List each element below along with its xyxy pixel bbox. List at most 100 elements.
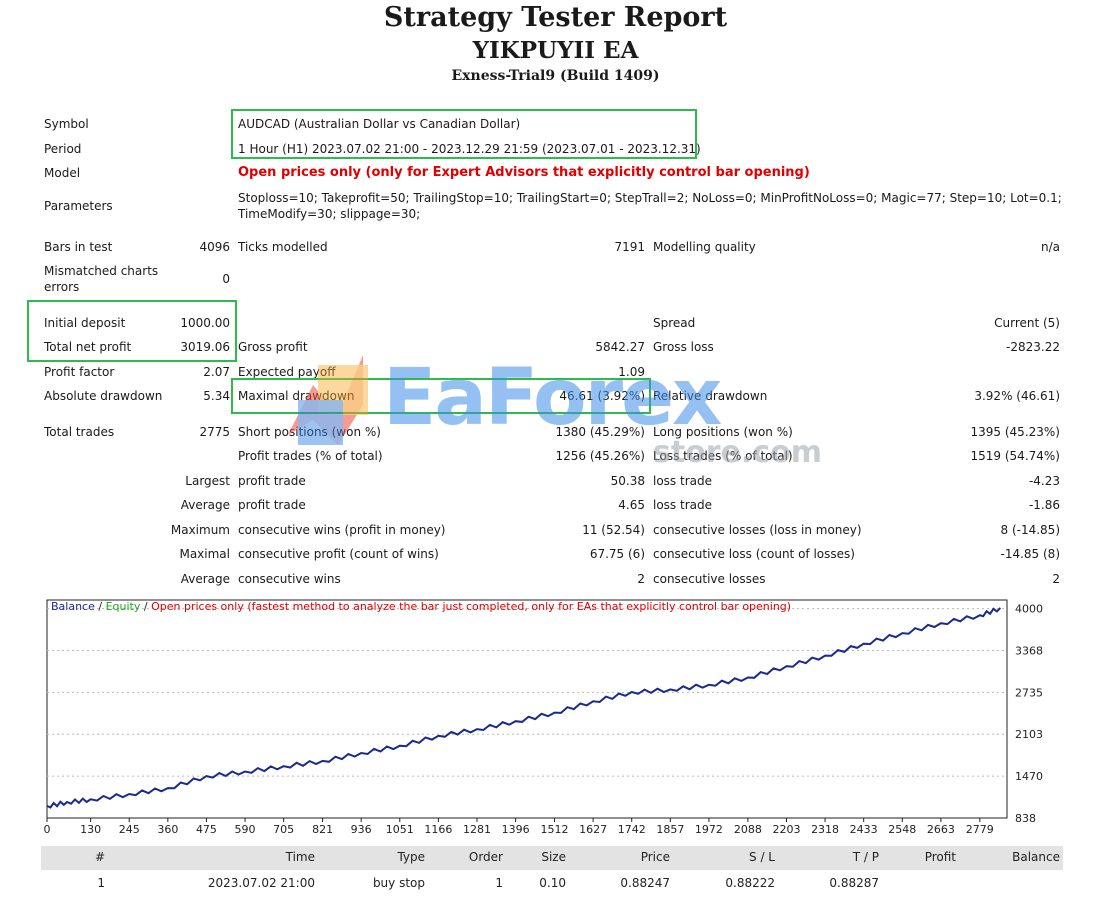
x-tick-label: 1972 (695, 823, 723, 836)
x-tick-label: 2663 (927, 823, 955, 836)
profit-trades-value: 1256 (45.26%) (555, 449, 645, 463)
cell-sl: 0.88222 (725, 876, 775, 890)
x-tick-label: 1281 (463, 823, 491, 836)
y-tick-label: 3368 (1015, 644, 1043, 657)
y-tick-label: 838 (1015, 812, 1036, 825)
x-tick-label: 2548 (888, 823, 916, 836)
average-profit-label: profit trade (238, 498, 306, 512)
col-header-profit: Profit (924, 850, 956, 864)
deposit-profit-highlight (27, 300, 237, 362)
maximal-consec-loss-value: -14.85 (8) (1000, 547, 1061, 561)
average-loss-value: -1.86 (1028, 498, 1060, 512)
x-tick-label: 2088 (734, 823, 762, 836)
gross-profit-value: 5842.27 (595, 340, 645, 354)
loss-trades-label: Loss trades (% of total) (653, 449, 793, 463)
y-tick-label: 2103 (1015, 728, 1043, 741)
server-build: Exness-Trial9 (Build 1409) (451, 68, 660, 84)
y-tick-label: 1470 (1015, 770, 1043, 783)
maximal-consec-profit-label: consecutive profit (count of wins) (238, 547, 439, 561)
x-tick-label: 590 (235, 823, 256, 836)
gross-profit-label: Gross profit (238, 340, 308, 354)
max-consec-wins-value: 11 (52.54) (582, 523, 645, 537)
average-label: Average (180, 498, 230, 512)
x-tick-label: 2433 (850, 823, 878, 836)
x-tick-label: 245 (119, 823, 140, 836)
x-tick-label: 0 (44, 823, 51, 836)
avg-consec-wins-value: 2 (637, 572, 645, 586)
x-tick-label: 1627 (579, 823, 607, 836)
mismatch-label-2: errors (44, 280, 80, 294)
short-positions-label: Short positions (won %) (238, 425, 381, 439)
x-tick-label: 360 (157, 823, 178, 836)
x-tick-label: 936 (351, 823, 372, 836)
profit-trades-label: Profit trades (% of total) (238, 449, 383, 463)
total-trades-label: Total trades (44, 425, 115, 439)
x-tick-label: 1857 (656, 823, 684, 836)
profit-factor-value: 2.07 (203, 365, 230, 379)
short-positions-value: 1380 (45.29%) (555, 425, 645, 439)
avg-consec-losses-value: 2 (1052, 572, 1060, 586)
absolute-drawdown-value: 5.34 (203, 389, 230, 403)
model-value: Open prices only (only for Expert Adviso… (238, 165, 810, 180)
max-consec-losses-label: consecutive losses (loss in money) (653, 523, 862, 537)
relative-drawdown-label: Relative drawdown (653, 389, 768, 403)
mismatch-label-1: Mismatched charts (44, 264, 159, 278)
gross-loss-value: -2823.22 (1006, 340, 1060, 354)
y-tick-label: 2735 (1015, 686, 1043, 699)
x-tick-label: 2318 (811, 823, 839, 836)
relative-drawdown-value: 3.92% (46.61) (974, 389, 1060, 403)
largest-label: Largest (185, 474, 230, 488)
avg-consec-wins-label: consecutive wins (238, 572, 341, 586)
x-tick-label: 1512 (541, 823, 569, 836)
spread-value: Current (5) (994, 316, 1060, 330)
symbol-label: Symbol (44, 117, 89, 131)
parameters-label: Parameters (44, 199, 113, 213)
ea-name: YIKPUYII EA (472, 37, 639, 64)
ticks-label: Ticks modelled (238, 240, 328, 254)
absolute-drawdown-label: Absolute drawdown (44, 389, 163, 403)
y-tick-label: 4000 (1015, 603, 1043, 616)
bars-label: Bars in test (44, 240, 113, 254)
plot-frame (46, 599, 1008, 819)
x-tick-label: 475 (196, 823, 217, 836)
x-tick-label: 1742 (618, 823, 646, 836)
largest-loss-value: -4.23 (1028, 474, 1060, 488)
chart-legend: Balance / Equity / Open prices only (fas… (51, 600, 791, 613)
long-positions-label: Long positions (won %) (653, 425, 793, 439)
x-tick-label: 130 (80, 823, 101, 836)
total-trades-value: 2775 (199, 425, 230, 439)
gross-loss-label: Gross loss (653, 340, 714, 354)
profit-factor-label: Profit factor (44, 365, 115, 379)
parameters-line-1: Stoploss=10; Takeprofit=50; TrailingStop… (238, 191, 1062, 205)
balance-chart: 838 1470 2103 2735 3368 4000 0 130 245 360 475 590 7… (44, 599, 1043, 836)
loss-trades-value: 1519 (54.74%) (970, 449, 1060, 463)
col-header-size: Size (541, 850, 566, 864)
model-label: Model (44, 166, 81, 180)
x-tick-label: 1396 (502, 823, 530, 836)
cell-num: 1 (97, 876, 105, 890)
max-consec-losses-value: 8 (-14.85) (1000, 523, 1061, 537)
col-header-sl: S / L (749, 850, 775, 864)
x-tick-label: 1166 (424, 823, 452, 836)
col-header-price: Price (640, 850, 670, 864)
avg-consec-losses-label: consecutive losses (653, 572, 766, 586)
x-tick-label: 821 (312, 823, 333, 836)
average-profit-value: 4.65 (618, 498, 645, 512)
col-header-time: Time (285, 850, 315, 864)
col-header-num: # (94, 850, 105, 864)
x-tick-label: 1051 (386, 823, 414, 836)
cell-size: 0.10 (539, 876, 566, 890)
maximal-label: Maximal (179, 547, 230, 561)
quality-label: Modelling quality (653, 240, 756, 254)
spread-label: Spread (653, 316, 696, 330)
largest-loss-label: loss trade (653, 474, 712, 488)
cell-time: 2023.07.02 21:00 (207, 876, 315, 890)
max-consec-wins-label: consecutive wins (profit in money) (238, 523, 446, 537)
cell-price: 0.88247 (620, 876, 670, 890)
maximal-consec-loss-label: consecutive loss (count of losses) (653, 547, 855, 561)
largest-profit-label: profit trade (238, 474, 306, 488)
symbol-period-highlight (231, 109, 697, 159)
mismatch-value: 0 (222, 272, 230, 286)
expected-payoff-label: Expected payoff (238, 365, 336, 379)
report-title: Strategy Tester Report (383, 2, 728, 33)
